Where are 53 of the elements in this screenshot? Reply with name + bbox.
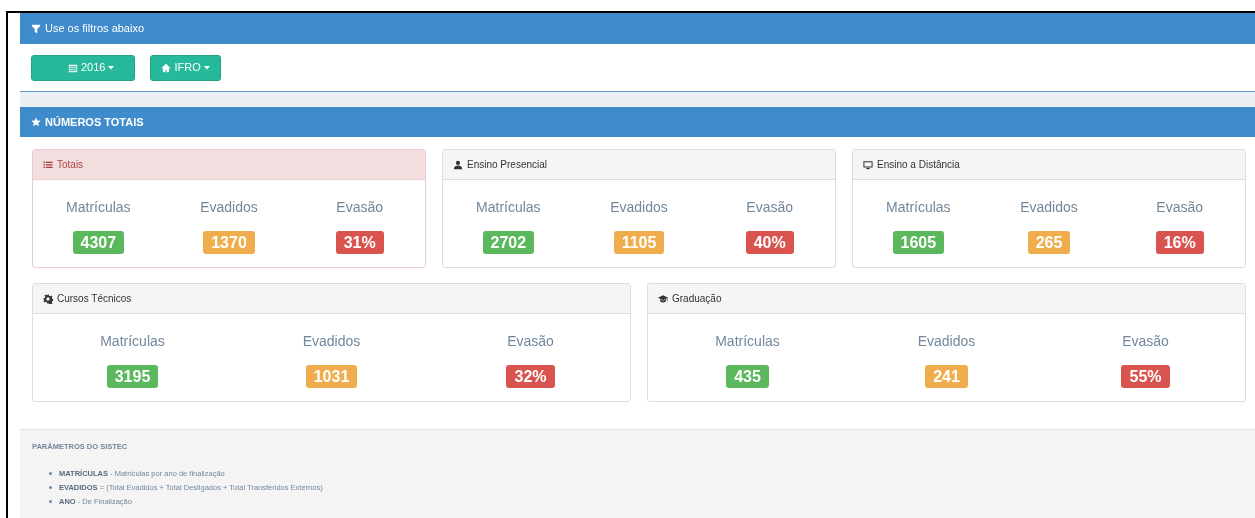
stat-value: 241 <box>925 365 968 388</box>
user-icon <box>453 159 463 170</box>
stat-value: 16% <box>1155 231 1204 254</box>
stat-value: 1370 <box>203 231 255 254</box>
stat-label: Evasão <box>336 198 384 217</box>
stat-label: Evasão <box>1156 198 1204 217</box>
stat-value: 31% <box>335 231 384 254</box>
stat-label: Evasão <box>1122 332 1169 351</box>
stat-label: Matrículas <box>476 198 541 217</box>
stat-value: 2702 <box>482 231 535 254</box>
caret-icon <box>108 65 115 70</box>
stat-value: 4307 <box>72 231 125 254</box>
stat-label: Matrículas <box>886 198 951 217</box>
bullet-icon <box>49 471 52 475</box>
filter-icon <box>31 23 41 34</box>
stat-value: 265 <box>1027 231 1071 254</box>
stat-label: Matrículas <box>66 198 131 217</box>
panel-title: Cursos Técnicos <box>57 292 132 306</box>
stat-label: Evasão <box>746 198 794 217</box>
bullet-icon <box>49 499 52 503</box>
panel-title: Graduação <box>672 292 722 306</box>
panel-title: Ensino a Distância <box>877 158 960 172</box>
stat-label: Matrículas <box>100 332 165 351</box>
stat-label: Evasão <box>507 332 554 351</box>
home-icon <box>161 62 172 73</box>
stat-value: 1031 <box>305 365 358 388</box>
year-dropdown[interactable]: 2016 <box>31 54 136 81</box>
stat-value: 40% <box>745 231 794 254</box>
stat-value: 1605 <box>892 231 945 254</box>
star-icon <box>31 117 41 127</box>
stat-label: Evadidos <box>1020 198 1078 217</box>
stat-value: 55% <box>1121 365 1170 388</box>
gear-icon <box>43 293 53 304</box>
graduation-cap-icon <box>658 293 668 304</box>
list-icon <box>43 159 53 170</box>
campus-dropdown[interactable]: IFRO <box>150 54 221 81</box>
bullet-icon <box>49 485 52 489</box>
header-title: Use os filtros abaixo <box>45 21 145 37</box>
stat-label: Matrículas <box>715 332 780 351</box>
stat-value: 435 <box>726 365 769 388</box>
stat-value: 1105 <box>613 231 665 254</box>
calendar-icon <box>68 62 78 73</box>
stat-value: 32% <box>506 365 555 388</box>
stat-label: Evadidos <box>200 198 258 217</box>
stat-label: Evadidos <box>917 332 976 351</box>
stat-value: 3195 <box>106 365 159 388</box>
section-title: NÚMEROS TOTAIS <box>45 114 144 130</box>
monitor-icon <box>863 159 873 170</box>
stat-label: Evadidos <box>302 332 361 351</box>
caret-icon <box>203 65 210 70</box>
panel-title: Totais <box>57 158 84 172</box>
panel-title: Ensino Presencial <box>467 158 548 172</box>
stat-label: Evadidos <box>610 198 668 217</box>
